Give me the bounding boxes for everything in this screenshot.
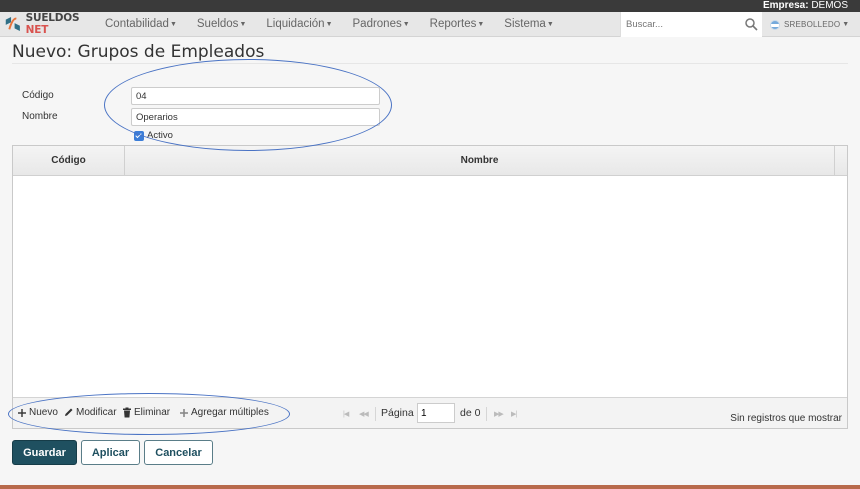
activo-checkbox[interactable] xyxy=(134,130,144,141)
search-box xyxy=(620,12,762,37)
menu-sistema[interactable]: Sistema▼ xyxy=(495,18,564,30)
brand[interactable]: SUELDOS NET xyxy=(0,12,96,37)
modificar-label: Modificar xyxy=(76,407,117,418)
last-page-icon[interactable]: ▶| xyxy=(511,410,517,418)
nuevo-button[interactable]: Nuevo xyxy=(17,407,58,418)
empresa-value: DEMOS xyxy=(808,0,848,11)
guardar-button[interactable]: Guardar xyxy=(12,440,77,465)
page-total-label: de 0 xyxy=(460,407,481,419)
first-page-icon[interactable]: |◀ xyxy=(343,410,349,418)
pencil-icon xyxy=(65,408,73,416)
menu-contabilidad[interactable]: Contabilidad▼ xyxy=(96,18,188,30)
brand-logo-icon xyxy=(5,16,20,32)
next-page-icon[interactable]: ▶▶ xyxy=(494,410,504,418)
eliminar-button[interactable]: Eliminar xyxy=(122,407,170,418)
brand-accent: NET xyxy=(25,24,49,36)
menu-label: Contabilidad xyxy=(105,18,169,30)
activo-checkbox-wrap[interactable]: Activo xyxy=(134,130,173,141)
bottom-bar xyxy=(0,485,860,489)
menu-liquidacion[interactable]: Liquidación▼ xyxy=(257,18,343,30)
codigo-label: Código xyxy=(22,90,54,101)
navbar: SUELDOS NET Contabilidad▼ Sueldos▼ Liqui… xyxy=(0,12,860,37)
grid-header: Código Nombre xyxy=(13,146,847,176)
records-status: Sin registros que mostrar xyxy=(730,413,842,424)
prev-page-icon[interactable]: ◀◀ xyxy=(359,410,369,418)
trash-icon xyxy=(123,407,131,418)
search-input[interactable] xyxy=(621,12,741,37)
brand-main: SUELDOS xyxy=(25,12,80,24)
empresa-label: Empresa: xyxy=(762,0,809,11)
menu-label: Sistema xyxy=(504,18,546,30)
agregar-multiples-button[interactable]: Agregar múltiples xyxy=(179,407,269,418)
menu-label: Padrones xyxy=(352,18,402,30)
flag-icon xyxy=(770,19,780,30)
caret-down-icon: ▼ xyxy=(402,21,410,28)
pagina-label: Página xyxy=(381,407,414,419)
eliminar-label: Eliminar xyxy=(134,407,171,418)
main-menu: Contabilidad▼ Sueldos▼ Liquidación▼ Padr… xyxy=(96,12,565,37)
nombre-field[interactable] xyxy=(131,108,380,126)
caret-down-icon: ▼ xyxy=(239,21,247,28)
menu-label: Liquidación xyxy=(266,18,325,30)
column-header-codigo[interactable]: Código xyxy=(13,146,125,175)
top-strip xyxy=(0,0,860,12)
codigo-field[interactable] xyxy=(131,87,380,105)
empresa-indicator: Empresa: DEMOS xyxy=(763,0,848,12)
aplicar-button[interactable]: Aplicar xyxy=(81,440,140,465)
caret-down-icon: ▼ xyxy=(477,21,485,28)
caret-down-icon: ▼ xyxy=(842,21,850,28)
column-header-nombre[interactable]: Nombre xyxy=(125,146,835,175)
caret-down-icon: ▼ xyxy=(325,21,333,28)
nuevo-label: Nuevo xyxy=(29,407,58,418)
pager-separator xyxy=(375,407,376,421)
caret-down-icon: ▼ xyxy=(169,21,177,28)
pager-separator xyxy=(486,407,487,421)
nombre-label: Nombre xyxy=(22,111,58,122)
brand-text: SUELDOS NET xyxy=(26,12,96,36)
data-grid: Código Nombre Nuevo Modificar Eliminar A… xyxy=(12,145,848,429)
caret-down-icon: ▼ xyxy=(546,21,554,28)
plus-multiple-icon xyxy=(180,408,188,417)
user-name: SREBOLLEDO xyxy=(784,20,841,29)
grid-body xyxy=(13,177,847,397)
plus-icon xyxy=(18,408,26,417)
page-title: Nuevo: Grupos de Empleados xyxy=(12,42,265,62)
page-number-input[interactable] xyxy=(417,403,455,423)
activo-label: Activo xyxy=(147,130,173,141)
menu-label: Reportes xyxy=(429,18,477,30)
menu-label: Sueldos xyxy=(196,18,239,30)
user-menu[interactable]: SREBOLLEDO ▼ xyxy=(770,12,849,37)
cancelar-button[interactable]: Cancelar xyxy=(144,440,213,465)
menu-reportes[interactable]: Reportes▼ xyxy=(421,18,496,30)
grid-footer: Nuevo Modificar Eliminar Agregar múltipl… xyxy=(13,397,847,428)
search-icon[interactable] xyxy=(744,17,758,31)
title-divider xyxy=(12,63,848,64)
menu-sueldos[interactable]: Sueldos▼ xyxy=(188,18,258,30)
menu-padrones[interactable]: Padrones▼ xyxy=(344,18,421,30)
agregar-multiples-label: Agregar múltiples xyxy=(191,407,269,418)
modificar-button[interactable]: Modificar xyxy=(63,407,117,418)
